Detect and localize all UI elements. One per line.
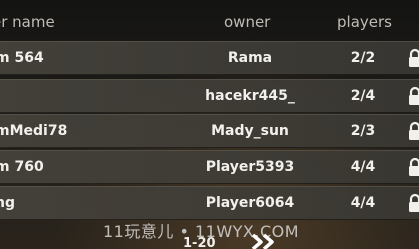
room-owner: Mady_sun <box>211 123 289 139</box>
lock-icon <box>409 121 419 140</box>
room-row[interactable]: m 760 Player5393 4/4 <box>0 150 419 184</box>
room-players: 4/4 <box>350 159 376 175</box>
room-row[interactable]: hacekr445_ 2/4 <box>0 79 419 113</box>
room-players: 2/3 <box>350 123 376 139</box>
lock-icon <box>409 157 419 176</box>
header-players: players <box>337 13 392 31</box>
room-row[interactable]: mMedi78 Mady_sun 2/3 <box>0 114 419 148</box>
header-owner: owner <box>224 13 271 31</box>
room-owner: Player5393 <box>205 159 295 175</box>
room-players: 4/4 <box>350 195 376 211</box>
room-players: 2/4 <box>350 88 376 104</box>
room-name: m 760 <box>0 159 44 175</box>
room-owner: Rama <box>227 50 273 66</box>
room-players: 2/2 <box>350 50 376 66</box>
lock-icon <box>409 48 419 67</box>
lock-icon <box>409 86 419 105</box>
room-row[interactable]: ng Player6064 4/4 <box>0 186 419 220</box>
page-range: 1-20 <box>183 236 216 249</box>
header-room-name: er name <box>0 13 55 31</box>
room-name: ng <box>0 195 15 211</box>
room-row[interactable]: m 564 Rama 2/2 <box>0 41 419 75</box>
room-name: m 564 <box>0 50 44 66</box>
room-owner: Player6064 <box>205 195 295 211</box>
room-name: mMedi78 <box>0 123 68 139</box>
lock-icon <box>409 193 419 212</box>
double-chevron-right-icon[interactable] <box>250 233 280 249</box>
room-list-screen: er name owner players m 564 Rama 2/2 hac… <box>0 0 419 249</box>
room-owner: hacekr445_ <box>205 88 295 104</box>
table-header: er name owner players <box>0 0 419 40</box>
